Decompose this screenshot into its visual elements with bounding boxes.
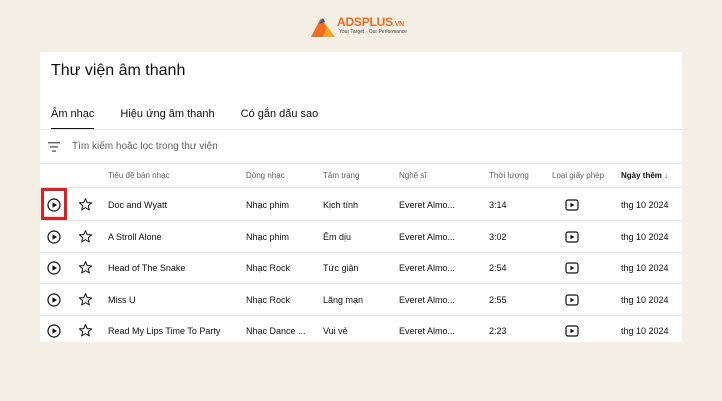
- cell-title[interactable]: Head of The Snake: [108, 263, 185, 273]
- sort-down-icon: ↓: [664, 171, 669, 180]
- audio-library-panel: Thư viện âm thanh Âm nhạc Hiệu ứng âm th…: [40, 52, 682, 342]
- cell-mood: Kịch tính: [323, 200, 359, 210]
- play-circle-icon[interactable]: [47, 261, 61, 275]
- cell-date-added: thg 10 2024: [621, 326, 669, 336]
- tab-music[interactable]: Âm nhạc: [51, 108, 95, 130]
- cell-duration: 3:14: [489, 200, 507, 210]
- cell-date-added: thg 10 2024: [621, 231, 669, 242]
- play-circle-icon[interactable]: [47, 229, 61, 244]
- column-genre[interactable]: Dòng nhạc: [246, 171, 285, 180]
- table-header: Tiêu đề bản nhạc Dòng nhạc Tâm trạng Ngh…: [40, 164, 682, 188]
- youtube-license-icon[interactable]: [565, 230, 579, 243]
- tab-starred[interactable]: Có gắn dấu sao: [241, 108, 319, 128]
- column-duration[interactable]: Thời lượng: [489, 171, 529, 180]
- cell-duration: 2:55: [489, 294, 507, 305]
- youtube-license-icon[interactable]: [565, 199, 579, 211]
- cell-date-added: thg 10 2024: [621, 294, 669, 305]
- table-row[interactable]: Read My Lips Time To Party Nhạc Dance ...…: [40, 315, 682, 342]
- star-outline-icon[interactable]: [78, 197, 93, 212]
- search-input[interactable]: Tìm kiếm hoặc lọc trong thư viện: [72, 141, 218, 152]
- youtube-license-icon[interactable]: [565, 262, 579, 274]
- youtube-license-icon[interactable]: [565, 325, 579, 337]
- star-outline-icon[interactable]: [78, 229, 93, 244]
- cell-mood: Tức giận: [323, 263, 359, 273]
- cell-date-added: thg 10 2024: [621, 200, 669, 210]
- tab-sound-effects[interactable]: Hiệu ứng âm thanh: [120, 108, 214, 128]
- cell-title[interactable]: A Stroll Alone: [108, 232, 162, 242]
- star-outline-icon[interactable]: [78, 323, 93, 338]
- table-row[interactable]: A Stroll Alone Nhạc phim Êm dịu Everet Almo…: [40, 221, 682, 253]
- cell-duration: 3:02: [489, 231, 507, 242]
- cell-duration: 2:54: [489, 263, 507, 273]
- star-outline-icon[interactable]: [78, 260, 93, 275]
- table-row[interactable]: Doc and Wyatt Nhạc phim Kịch tính Everet Al…: [40, 189, 682, 221]
- logo-tagline: Your Target · Our Performance: [339, 29, 408, 35]
- star-outline-icon[interactable]: [78, 292, 93, 307]
- play-circle-icon[interactable]: [47, 292, 61, 307]
- cell-artist: Everet Almo...: [399, 326, 456, 336]
- adsplus-logo: ADSPLUS.VN Your Target · Our Performance: [309, 12, 419, 40]
- cell-genre: Nhạc phim: [246, 200, 290, 210]
- filter-icon[interactable]: [47, 141, 61, 153]
- column-title[interactable]: Tiêu đề bản nhạc: [108, 171, 170, 180]
- cell-genre: Nhạc Dance ...: [246, 326, 306, 336]
- tab-bar: Âm nhạc Hiệu ứng âm thanh Có gắn dấu sao: [51, 108, 344, 130]
- youtube-license-icon[interactable]: [565, 293, 579, 306]
- cell-genre: Nhạc Rock: [246, 294, 291, 305]
- cell-title[interactable]: Doc and Wyatt: [108, 200, 167, 210]
- page-title: Thư viện âm thanh: [51, 62, 186, 79]
- column-date-added[interactable]: Ngày thêm ↓: [621, 171, 668, 180]
- column-artist[interactable]: Nghệ sĩ: [399, 171, 427, 180]
- cell-artist: Everet Almo...: [399, 200, 456, 210]
- cell-mood: Êm dịu: [323, 231, 352, 242]
- cell-date-added: thg 10 2024: [621, 263, 669, 273]
- cell-genre: Nhạc phim: [246, 231, 290, 242]
- cell-artist: Everet Almo...: [399, 294, 456, 305]
- logo-brand: ADSPLUS.VN: [337, 15, 405, 29]
- cell-mood: Lãng mạn: [323, 294, 364, 305]
- table-row[interactable]: Miss U Nhạc Rock Lãng mạn Everet Almo... 2:5…: [40, 284, 682, 316]
- cell-artist: Everet Almo...: [399, 231, 456, 242]
- play-circle-icon[interactable]: [47, 324, 61, 338]
- cell-title[interactable]: Miss U: [108, 295, 136, 305]
- column-license[interactable]: Loại giấy phép: [552, 171, 604, 180]
- cell-artist: Everet Almo...: [399, 263, 456, 273]
- cell-mood: Vui vẻ: [323, 326, 348, 336]
- cell-title[interactable]: Read My Lips Time To Party: [108, 326, 220, 336]
- search-filter-bar[interactable]: Tìm kiếm hoặc lọc trong thư viện: [40, 130, 682, 164]
- column-mood[interactable]: Tâm trạng: [323, 171, 359, 180]
- cell-duration: 2:23: [489, 326, 507, 336]
- logo-mark-icon: [311, 18, 335, 37]
- table-row[interactable]: Head of The Snake Nhạc Rock Tức giận Everet…: [40, 252, 682, 284]
- play-circle-icon[interactable]: [47, 198, 61, 212]
- cell-genre: Nhạc Rock: [246, 263, 291, 273]
